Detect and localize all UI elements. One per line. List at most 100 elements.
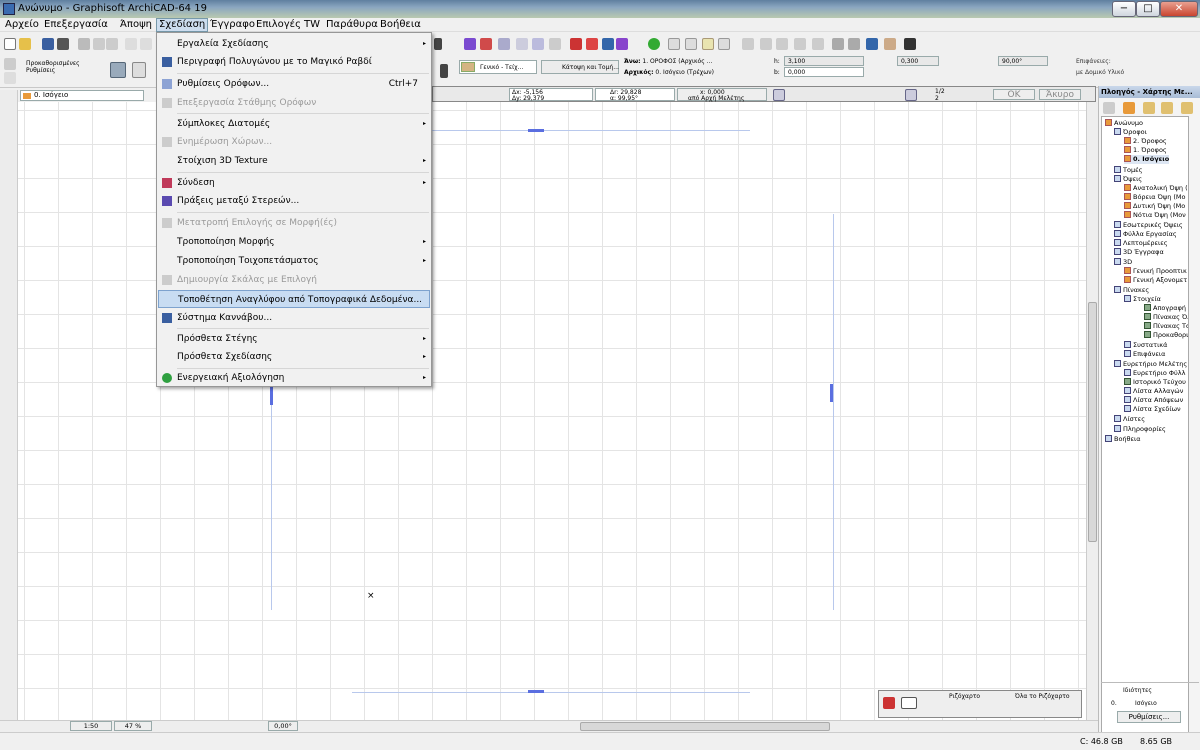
grid2-icon[interactable] <box>685 38 697 50</box>
menu-item-design-extras[interactable]: Πρόσθετα Σχεδίασης ▸ <box>158 348 430 366</box>
minimize-button[interactable]: − <box>1112 1 1136 17</box>
menu-item-magic-wand[interactable]: Περιγραφή Πολυγώνου με το Μαγικό Ραβδί <box>158 53 430 71</box>
line-icon[interactable] <box>498 38 510 50</box>
renovation-icon[interactable] <box>648 38 660 50</box>
tree-item[interactable]: Ανώνυμο <box>1105 119 1143 128</box>
wall-geometry-icon[interactable] <box>110 62 126 78</box>
arrow-up-icon[interactable] <box>760 38 772 50</box>
layout-book-icon[interactable] <box>1161 102 1173 114</box>
cut-icon[interactable] <box>78 38 90 50</box>
fill-select[interactable]: Γενικό - Τείχ... <box>459 60 537 74</box>
close-palette-icon[interactable] <box>883 697 895 709</box>
menu-file[interactable]: Αρχείο <box>3 19 41 31</box>
redo-icon[interactable] <box>140 38 152 50</box>
arrow-up2-icon[interactable] <box>776 38 788 50</box>
menu-item-solid-operations[interactable]: Πράξεις μεταξύ Στερεών... <box>158 192 430 210</box>
menu-item-modify-curtain-wall[interactable]: Τροποποίηση Τοιχοπετάσματος ▸ <box>158 252 430 270</box>
tree-item[interactable]: Λεπτομέρειες <box>1114 239 1168 248</box>
maximize-button[interactable]: □ <box>1136 1 1160 17</box>
save-icon[interactable] <box>42 38 54 50</box>
view-map-icon[interactable] <box>1143 102 1155 114</box>
tree-item[interactable]: Ευρετήριο Μελέτης <box>1114 360 1187 369</box>
cancel-button[interactable]: Άκυρο <box>1039 89 1081 100</box>
tree-item[interactable]: 3D Έγγραφα <box>1114 248 1164 257</box>
teamwork-icon[interactable] <box>904 38 916 50</box>
reference-line-icon[interactable] <box>440 64 448 78</box>
tree-item[interactable]: Πίνακες <box>1114 286 1149 295</box>
unlock-icon[interactable] <box>848 38 860 50</box>
dr-angle-field[interactable]: Δr: 29,828 α: 99,95° <box>595 88 675 102</box>
open-file-icon[interactable] <box>19 38 31 50</box>
undo-icon[interactable] <box>125 38 137 50</box>
tree-item[interactable]: Λίστες <box>1114 415 1145 424</box>
settings-button[interactable]: Ρυθμίσεις... <box>1117 711 1181 723</box>
tree-item[interactable]: Επιφάνεια <box>1124 350 1165 359</box>
tree-item[interactable]: Βόρεια Όψη (Μο <box>1124 193 1186 202</box>
menu-tw[interactable]: TW <box>302 19 322 31</box>
tree-item[interactable]: Γενική Προοπτικ <box>1124 267 1187 276</box>
lock-icon[interactable] <box>832 38 844 50</box>
menu-item-story-settings[interactable]: Ρυθμίσεις Ορόφων... Ctrl+7 <box>158 75 430 93</box>
tree-item[interactable]: Λίστα Αλλαγών <box>1124 387 1183 396</box>
menu-item-roof-extras[interactable]: Πρόσθετα Στέγης ▸ <box>158 330 430 348</box>
tree-item[interactable]: Προκαθορισμ <box>1144 331 1188 340</box>
print-icon[interactable] <box>57 38 69 50</box>
tree-item[interactable]: Λίστα Απόψεων <box>1124 396 1183 405</box>
origin-field[interactable]: x: 0,000 από Αρχή Μελέτης <box>677 88 767 102</box>
vertical-scrollbar[interactable] <box>1086 102 1098 720</box>
grid-icon[interactable] <box>668 38 680 50</box>
menu-windows[interactable]: Παράθυρα <box>324 19 380 31</box>
arrow-down2-icon[interactable] <box>812 38 824 50</box>
menu-item-design-tools[interactable]: Εργαλεία Σχεδίασης ▸ <box>158 35 430 53</box>
tree-item[interactable]: Νότια Όψη (Μον <box>1124 211 1186 220</box>
new-file-icon[interactable] <box>4 38 16 50</box>
guide-icon[interactable] <box>480 38 492 50</box>
publisher-icon[interactable] <box>1181 102 1193 114</box>
menu-help[interactable]: Βοήθεια <box>378 19 423 31</box>
magic-wand-icon[interactable] <box>602 38 614 50</box>
story-select[interactable]: 0. Ισόγειο <box>20 90 144 101</box>
arc-icon[interactable] <box>516 38 528 50</box>
eye-icon[interactable] <box>901 697 917 709</box>
surfaces-value[interactable]: με Δομικό Υλικό <box>1076 69 1124 76</box>
tree-item[interactable]: Φύλλα Εργασίας <box>1114 230 1177 239</box>
tree-item[interactable]: Δυτική Όψη (Μο <box>1124 202 1185 211</box>
menu-item-grid-system[interactable]: Σύστημα Καννάβου... <box>158 309 430 327</box>
tree-item[interactable]: Πίνακας Όλω <box>1144 313 1188 322</box>
menu-item-place-mesh-from-survey[interactable]: Τοποθέτηση Αναγλύφου από Τοπογραφικά Δεδ… <box>158 290 430 308</box>
base-field[interactable]: 0,000 <box>784 67 864 77</box>
tree-item[interactable]: 3D <box>1114 258 1132 267</box>
tree-item[interactable]: Εσωτερικές Όψεις <box>1114 221 1183 230</box>
scale-field[interactable]: 1:50 <box>70 721 112 731</box>
pencil-icon[interactable] <box>884 38 896 50</box>
tree-item[interactable]: Ευρετήριο Φύλλ <box>1124 369 1185 378</box>
dx-dy-field[interactable]: Δx: -5,156 Δy: 29,379 <box>509 88 593 102</box>
ok-button[interactable]: OK <box>993 89 1035 100</box>
menu-item-energy-evaluation[interactable]: Ενεργειακή Αξιολόγηση ▸ <box>158 369 430 387</box>
tree-item[interactable]: 1. Όροφος <box>1124 146 1167 155</box>
menu-edit[interactable]: Επεξεργασία <box>42 19 110 31</box>
tree-item[interactable]: Πληροφορίες <box>1114 425 1166 434</box>
active-snap-icon[interactable] <box>702 38 714 50</box>
copy-icon[interactable] <box>93 38 105 50</box>
tree-item[interactable]: Λίστα Σχεδίων <box>1124 405 1181 414</box>
tree-item[interactable]: Απογραφή Α <box>1144 304 1188 313</box>
marquee-icon[interactable] <box>4 72 16 84</box>
menu-view[interactable]: Άποψη <box>118 19 154 31</box>
navigator-tab-1-icon[interactable] <box>1103 102 1115 114</box>
tree-item[interactable]: Στοιχεία <box>1124 295 1161 304</box>
project-map-icon[interactable] <box>1123 102 1135 114</box>
snap-reference-icon[interactable] <box>905 89 917 101</box>
height-field[interactable]: 3,100 <box>784 56 864 66</box>
tree-item-selected[interactable]: 0. Ισόγειο <box>1124 155 1170 164</box>
grid-marker-bottom[interactable] <box>528 690 544 693</box>
menu-design[interactable]: Σχεδίαση <box>156 18 209 32</box>
horizontal-scroll-thumb[interactable] <box>580 722 830 731</box>
tree-item[interactable]: Γενική Αξονομετ <box>1124 276 1187 285</box>
menu-options[interactable]: Επιλογές <box>254 19 303 31</box>
menu-document[interactable]: Έγγραφο <box>208 19 257 31</box>
tool-icon[interactable] <box>434 38 442 50</box>
tree-item[interactable]: Τομές <box>1114 166 1142 175</box>
close-button[interactable]: ✕ <box>1160 1 1198 17</box>
tree-item[interactable]: Πίνακας Τοίχ <box>1144 322 1188 331</box>
